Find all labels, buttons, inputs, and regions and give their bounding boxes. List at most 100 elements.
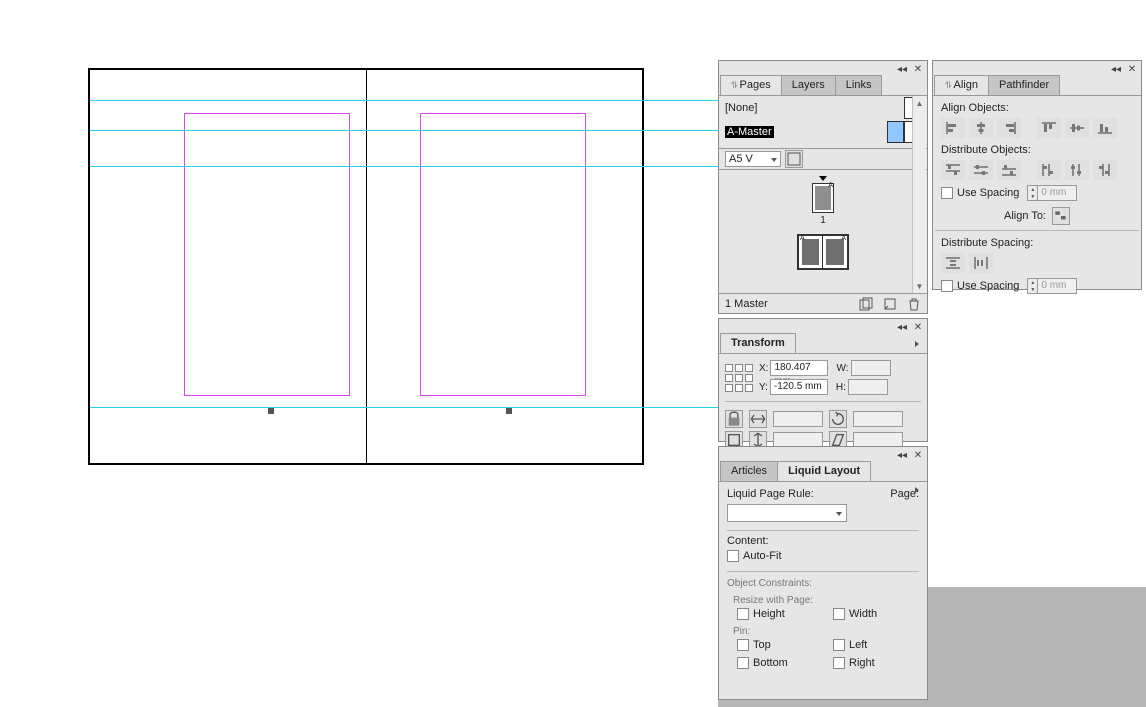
ruler-guide[interactable]	[90, 166, 730, 167]
rotate-icon	[829, 410, 847, 428]
align-panel: ◂◂ ✕ Align Pathfinder Align Objects: Dis…	[932, 60, 1142, 290]
y-input[interactable]: -120.5 mm	[770, 379, 828, 395]
constrain-proportions-button[interactable]	[725, 410, 743, 428]
collapse-icon[interactable]: ◂◂	[1109, 63, 1123, 75]
liquid-rule-dropdown[interactable]	[727, 504, 847, 522]
spread-start-marker-icon	[819, 176, 827, 181]
spacing-input[interactable]: 0 mm	[1037, 185, 1077, 201]
align-left-edges-button[interactable]	[941, 118, 965, 138]
scale-x-icon	[749, 410, 767, 428]
pages-panel: ◂◂ ✕ Pages Layers Links [None] A-Master …	[718, 60, 928, 314]
close-icon[interactable]: ✕	[911, 321, 925, 333]
pin-left-label: Left	[849, 639, 867, 651]
w-label: W:	[836, 363, 848, 374]
tab-liquid-layout[interactable]: Liquid Layout	[777, 461, 871, 481]
distribute-left-edges-button[interactable]	[1037, 160, 1061, 180]
tab-articles[interactable]: Articles	[720, 461, 778, 481]
distribute-top-edges-button[interactable]	[941, 160, 965, 180]
h-input[interactable]	[848, 379, 888, 395]
use-spacing-2-checkbox[interactable]	[941, 280, 953, 292]
column-guide-handle[interactable]	[506, 408, 512, 414]
edit-page-size-button[interactable]	[785, 150, 803, 168]
page-spread[interactable]	[88, 68, 644, 465]
align-to-dropdown[interactable]	[1052, 207, 1070, 225]
column-guide-handle[interactable]	[268, 408, 274, 414]
page-number-label: 1	[820, 215, 826, 226]
liquid-rule-label: Liquid Page Rule:	[727, 488, 814, 500]
close-icon[interactable]: ✕	[911, 449, 925, 461]
delete-page-button[interactable]	[907, 297, 921, 311]
tab-transform[interactable]: Transform	[720, 333, 796, 353]
resize-width-checkbox[interactable]	[833, 608, 845, 620]
distribute-objects-label: Distribute Objects:	[935, 140, 1139, 158]
panel-menu-icon[interactable]	[910, 337, 924, 351]
master-none-row[interactable]: [None]	[719, 96, 927, 120]
spacing-2-spinner[interactable]: ▲▼	[1027, 278, 1037, 294]
distribute-horizontal-space-button[interactable]	[969, 253, 993, 273]
new-page-button[interactable]	[883, 297, 897, 311]
scroll-up-button[interactable]: ▲	[913, 96, 926, 110]
spacing-spinner[interactable]: ▲▼	[1027, 185, 1037, 201]
auto-fit-checkbox[interactable]	[727, 550, 739, 562]
tab-links[interactable]: Links	[835, 75, 883, 95]
tab-align[interactable]: Align	[934, 75, 989, 95]
pin-top-checkbox[interactable]	[737, 639, 749, 651]
page-1-thumb[interactable]	[812, 183, 834, 213]
x-input[interactable]: 180.407 mm	[770, 360, 828, 376]
pin-right-label: Right	[849, 657, 875, 669]
tab-layers[interactable]: Layers	[781, 75, 836, 95]
ruler-guide[interactable]	[90, 407, 730, 408]
edit-page-button[interactable]	[859, 297, 873, 311]
pin-left-checkbox[interactable]	[833, 639, 845, 651]
align-right-edges-button[interactable]	[997, 118, 1021, 138]
collapse-icon[interactable]: ◂◂	[895, 63, 909, 75]
w-input[interactable]	[851, 360, 891, 376]
pages-footer-label: 1 Master	[725, 298, 768, 310]
align-top-edges-button[interactable]	[1037, 118, 1061, 138]
tab-pages[interactable]: Pages	[720, 75, 782, 95]
master-a-row[interactable]: A-Master	[719, 120, 927, 144]
pin-bottom-checkbox[interactable]	[737, 657, 749, 669]
distribute-vertical-centers-button[interactable]	[969, 160, 993, 180]
scroll-down-button[interactable]: ▼	[913, 279, 926, 293]
page-size-dropdown[interactable]: A5 V	[725, 151, 781, 167]
ruler-guide[interactable]	[90, 130, 730, 131]
collapse-icon[interactable]: ◂◂	[895, 321, 909, 333]
transform-panel: ◂◂ ✕ Transform X: 180.407 mm W: Y: -120.…	[718, 318, 928, 442]
ruler-guide[interactable]	[90, 100, 730, 101]
master-spread-thumb[interactable]: A A	[797, 234, 849, 270]
pin-top-label: Top	[753, 639, 771, 651]
use-spacing-2-label: Use Spacing	[957, 280, 1019, 292]
align-bottom-edges-button[interactable]	[1093, 118, 1117, 138]
collapse-icon[interactable]: ◂◂	[895, 449, 909, 461]
master-a-left-thumb[interactable]	[887, 121, 904, 143]
right-page-margin	[420, 113, 586, 396]
tab-label: Pages	[740, 79, 771, 91]
align-horizontal-centers-button[interactable]	[969, 118, 993, 138]
spacing-2-input[interactable]: 0 mm	[1037, 278, 1077, 294]
chevron-down-icon	[836, 507, 842, 519]
object-constraints-label: Object Constraints:	[727, 578, 919, 589]
document-canvas[interactable]	[0, 0, 718, 707]
tab-pathfinder[interactable]: Pathfinder	[988, 75, 1060, 95]
scale-x-input[interactable]	[773, 411, 823, 427]
x-label: X:	[759, 363, 768, 374]
distribute-right-edges-button[interactable]	[1093, 160, 1117, 180]
distribute-bottom-edges-button[interactable]	[997, 160, 1021, 180]
use-spacing-checkbox[interactable]	[941, 187, 953, 199]
liquid-page-label: Page:	[890, 488, 919, 500]
y-label: Y:	[759, 382, 768, 393]
reference-point-proxy[interactable]	[725, 364, 753, 392]
resize-width-label: Width	[849, 608, 877, 620]
align-vertical-centers-button[interactable]	[1065, 118, 1089, 138]
h-label: H:	[836, 382, 846, 393]
master-none-label: [None]	[725, 102, 757, 114]
distribute-horizontal-centers-button[interactable]	[1065, 160, 1089, 180]
master-a-label: A-Master	[725, 126, 774, 138]
close-icon[interactable]: ✕	[1125, 63, 1139, 75]
resize-height-checkbox[interactable]	[737, 608, 749, 620]
pin-right-checkbox[interactable]	[833, 657, 845, 669]
close-icon[interactable]: ✕	[911, 63, 925, 75]
rotate-input[interactable]	[853, 411, 903, 427]
distribute-vertical-space-button[interactable]	[941, 253, 965, 273]
